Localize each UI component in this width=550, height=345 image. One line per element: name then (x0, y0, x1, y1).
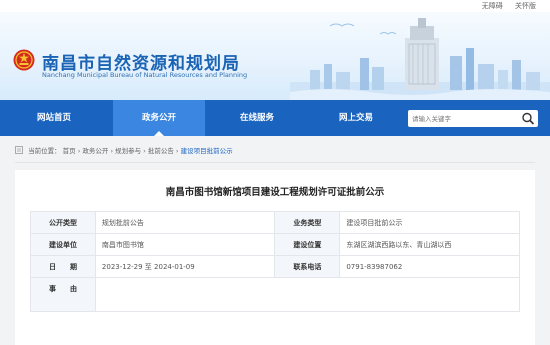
document-title: 南昌市图书馆新馆项目建设工程规划许可证批前公示 (165, 187, 385, 198)
table-row: 建设单位 南昌市图书馆 建设位置 东湖区湖滨西路以东、青山湖以西 (30, 233, 520, 256)
accessibility-link[interactable]: 无障碍 (482, 2, 503, 10)
field-label: 事 由 (30, 277, 96, 312)
breadcrumb-divider (15, 162, 535, 163)
location-icon (15, 146, 23, 154)
field-label: 联系电话 (274, 255, 341, 278)
search-box (408, 110, 538, 127)
info-table: 公开类型 规划批前公告 业务类型 建设项目批前公示 建设单位 南昌市图书馆 建设… (30, 211, 521, 312)
field-value: 规划批前公告 (94, 211, 276, 234)
national-emblem-icon (13, 49, 35, 71)
nav-item-online-services[interactable]: 在线服务 (211, 100, 303, 136)
breadcrumb: 当前位置： 首页 › 政务公开 › 规划参与 › 批前公告 › 建设项目批前公示 (15, 142, 535, 160)
content-panel: 南昌市图书馆新馆项目建设工程规划许可证批前公示 公开类型 规划批前公告 业务类型… (15, 170, 535, 345)
top-utility-bar: 无障碍 关怀版 (0, 0, 550, 12)
field-value: 建设项目批前公示 (339, 211, 520, 234)
nav-item-home[interactable]: 网站首页 (8, 100, 100, 136)
search-icon[interactable] (520, 111, 536, 126)
care-mode-link[interactable]: 关怀版 (515, 2, 536, 10)
nav-item-government-affairs[interactable]: 政务公开 (113, 100, 205, 136)
search-input[interactable] (412, 112, 512, 125)
field-value (94, 277, 521, 312)
utility-links: 无障碍 关怀版 (472, 1, 536, 11)
table-row: 公开类型 规划批前公告 业务类型 建设项目批前公示 (30, 211, 520, 234)
main-nav: 网站首页 政务公开 在线服务 网上交易 (0, 100, 550, 136)
table-row: 事 由 (30, 277, 521, 312)
field-value: 0791-83987062 (339, 255, 520, 278)
field-value: 南昌市图书馆 (94, 233, 276, 256)
field-label: 公开类型 (30, 211, 96, 234)
field-value: 东湖区湖滨西路以东、青山湖以西 (339, 233, 520, 256)
nav-item-online-trading[interactable]: 网上交易 (310, 100, 402, 136)
city-skyline-illustration (290, 18, 550, 100)
field-label: 建设单位 (30, 233, 96, 256)
header-banner: 南昌市自然资源和规划局 Nanchang Municipal Bureau of… (0, 12, 550, 100)
breadcrumb-prefix: 当前位置： (28, 147, 61, 155)
table-row: 日 期 2023-12-29 至 2024-01-09 联系电话 0791-83… (30, 255, 520, 278)
field-label: 建设位置 (274, 233, 341, 256)
breadcrumb-path[interactable]: 首页 › 政务公开 › 规划参与 › 批前公告 › (63, 147, 181, 155)
field-value: 2023-12-29 至 2024-01-09 (94, 255, 276, 278)
site-subtitle: Nanchang Municipal Bureau of Natural Res… (42, 71, 248, 79)
breadcrumb-current[interactable]: 建设项目批前公示 (181, 147, 233, 155)
field-label: 日 期 (30, 255, 96, 278)
field-label: 业务类型 (274, 211, 341, 234)
